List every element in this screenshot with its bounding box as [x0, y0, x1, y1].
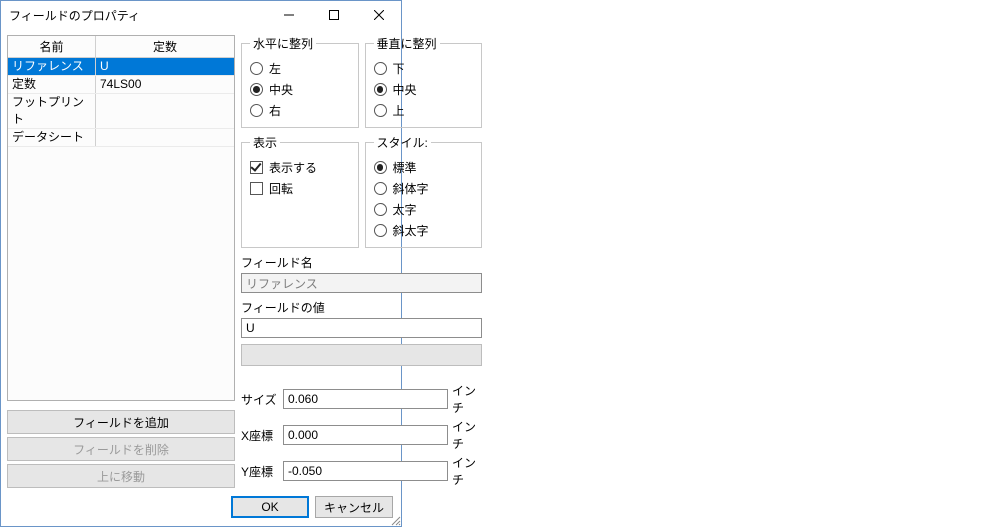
minimize-button[interactable] — [266, 1, 311, 29]
halign-group: 水平に整列 左 中央 右 — [241, 35, 359, 128]
grid-row[interactable]: データシート — [8, 129, 234, 147]
radio-icon — [374, 182, 387, 195]
size-unit: インチ — [452, 382, 482, 416]
posy-input[interactable] — [283, 461, 448, 481]
style-italic[interactable]: 斜体字 — [374, 180, 474, 197]
fieldvalue-label: フィールドの値 — [241, 299, 482, 316]
valign-legend: 垂直に整列 — [374, 35, 440, 52]
posx-label: X座標 — [241, 427, 279, 444]
style-bolditalic[interactable]: 斜太字 — [374, 222, 474, 239]
fieldvalue-block: フィールドの値 — [241, 299, 482, 338]
rotate-checkbox[interactable]: 回転 — [250, 180, 350, 197]
radio-icon — [374, 161, 387, 174]
radio-icon — [250, 83, 263, 96]
checkbox-icon — [250, 161, 263, 174]
posx-unit: インチ — [452, 418, 482, 452]
style-legend: スタイル: — [374, 134, 431, 151]
valign-top[interactable]: 上 — [374, 102, 474, 119]
radio-icon — [374, 203, 387, 216]
halign-right[interactable]: 右 — [250, 102, 350, 119]
grid-row[interactable]: フットプリント — [8, 94, 234, 129]
halign-center[interactable]: 中央 — [250, 81, 350, 98]
grid-row[interactable]: リファレンス U — [8, 58, 234, 76]
radio-icon — [374, 83, 387, 96]
posx-row: X座標 インチ — [241, 418, 482, 452]
posy-unit: インチ — [452, 454, 482, 488]
titlebar: フィールドのプロパティ — [1, 1, 401, 29]
dialog-window: フィールドのプロパティ 名前 定数 リファレンス U 定数 — [0, 0, 402, 527]
maximize-button[interactable] — [311, 1, 356, 29]
posy-label: Y座標 — [241, 463, 279, 480]
valign-group: 垂直に整列 下 中央 上 — [365, 35, 483, 128]
fieldname-label: フィールド名 — [241, 254, 482, 271]
grid-header-value: 定数 — [96, 36, 234, 57]
browse-button[interactable] — [241, 344, 482, 366]
grid-row[interactable]: 定数 74LS00 — [8, 76, 234, 94]
cancel-button[interactable]: キャンセル — [315, 496, 393, 518]
ok-button[interactable]: OK — [231, 496, 309, 518]
visible-legend: 表示 — [250, 134, 280, 151]
delete-field-button[interactable]: フィールドを削除 — [7, 437, 235, 461]
close-button[interactable] — [356, 1, 401, 29]
valign-bottom[interactable]: 下 — [374, 60, 474, 77]
size-label: サイズ — [241, 391, 279, 408]
move-up-button[interactable]: 上に移動 — [7, 464, 235, 488]
radio-icon — [374, 62, 387, 75]
fieldvalue-input[interactable] — [241, 318, 482, 338]
halign-left[interactable]: 左 — [250, 60, 350, 77]
grid-header-name: 名前 — [8, 36, 96, 57]
grid-header: 名前 定数 — [8, 36, 234, 58]
posy-row: Y座標 インチ — [241, 454, 482, 488]
fieldname-block: フィールド名 — [241, 254, 482, 293]
add-field-button[interactable]: フィールドを追加 — [7, 410, 235, 434]
window-title: フィールドのプロパティ — [9, 7, 266, 24]
radio-icon — [250, 104, 263, 117]
radio-icon — [250, 62, 263, 75]
checkbox-icon — [250, 182, 263, 195]
style-normal[interactable]: 標準 — [374, 159, 474, 176]
style-group: スタイル: 標準 斜体字 太字 斜太字 — [365, 134, 483, 248]
size-input[interactable] — [283, 389, 448, 409]
halign-legend: 水平に整列 — [250, 35, 316, 52]
posx-input[interactable] — [283, 425, 448, 445]
resize-grip-icon[interactable] — [389, 514, 401, 526]
radio-icon — [374, 104, 387, 117]
show-checkbox[interactable]: 表示する — [250, 159, 350, 176]
radio-icon — [374, 224, 387, 237]
style-bold[interactable]: 太字 — [374, 201, 474, 218]
visible-group: 表示 表示する 回転 — [241, 134, 359, 248]
fieldname-input — [241, 273, 482, 293]
fields-grid[interactable]: 名前 定数 リファレンス U 定数 74LS00 フットプリント データシート — [7, 35, 235, 401]
valign-center[interactable]: 中央 — [374, 81, 474, 98]
size-row: サイズ インチ — [241, 382, 482, 416]
